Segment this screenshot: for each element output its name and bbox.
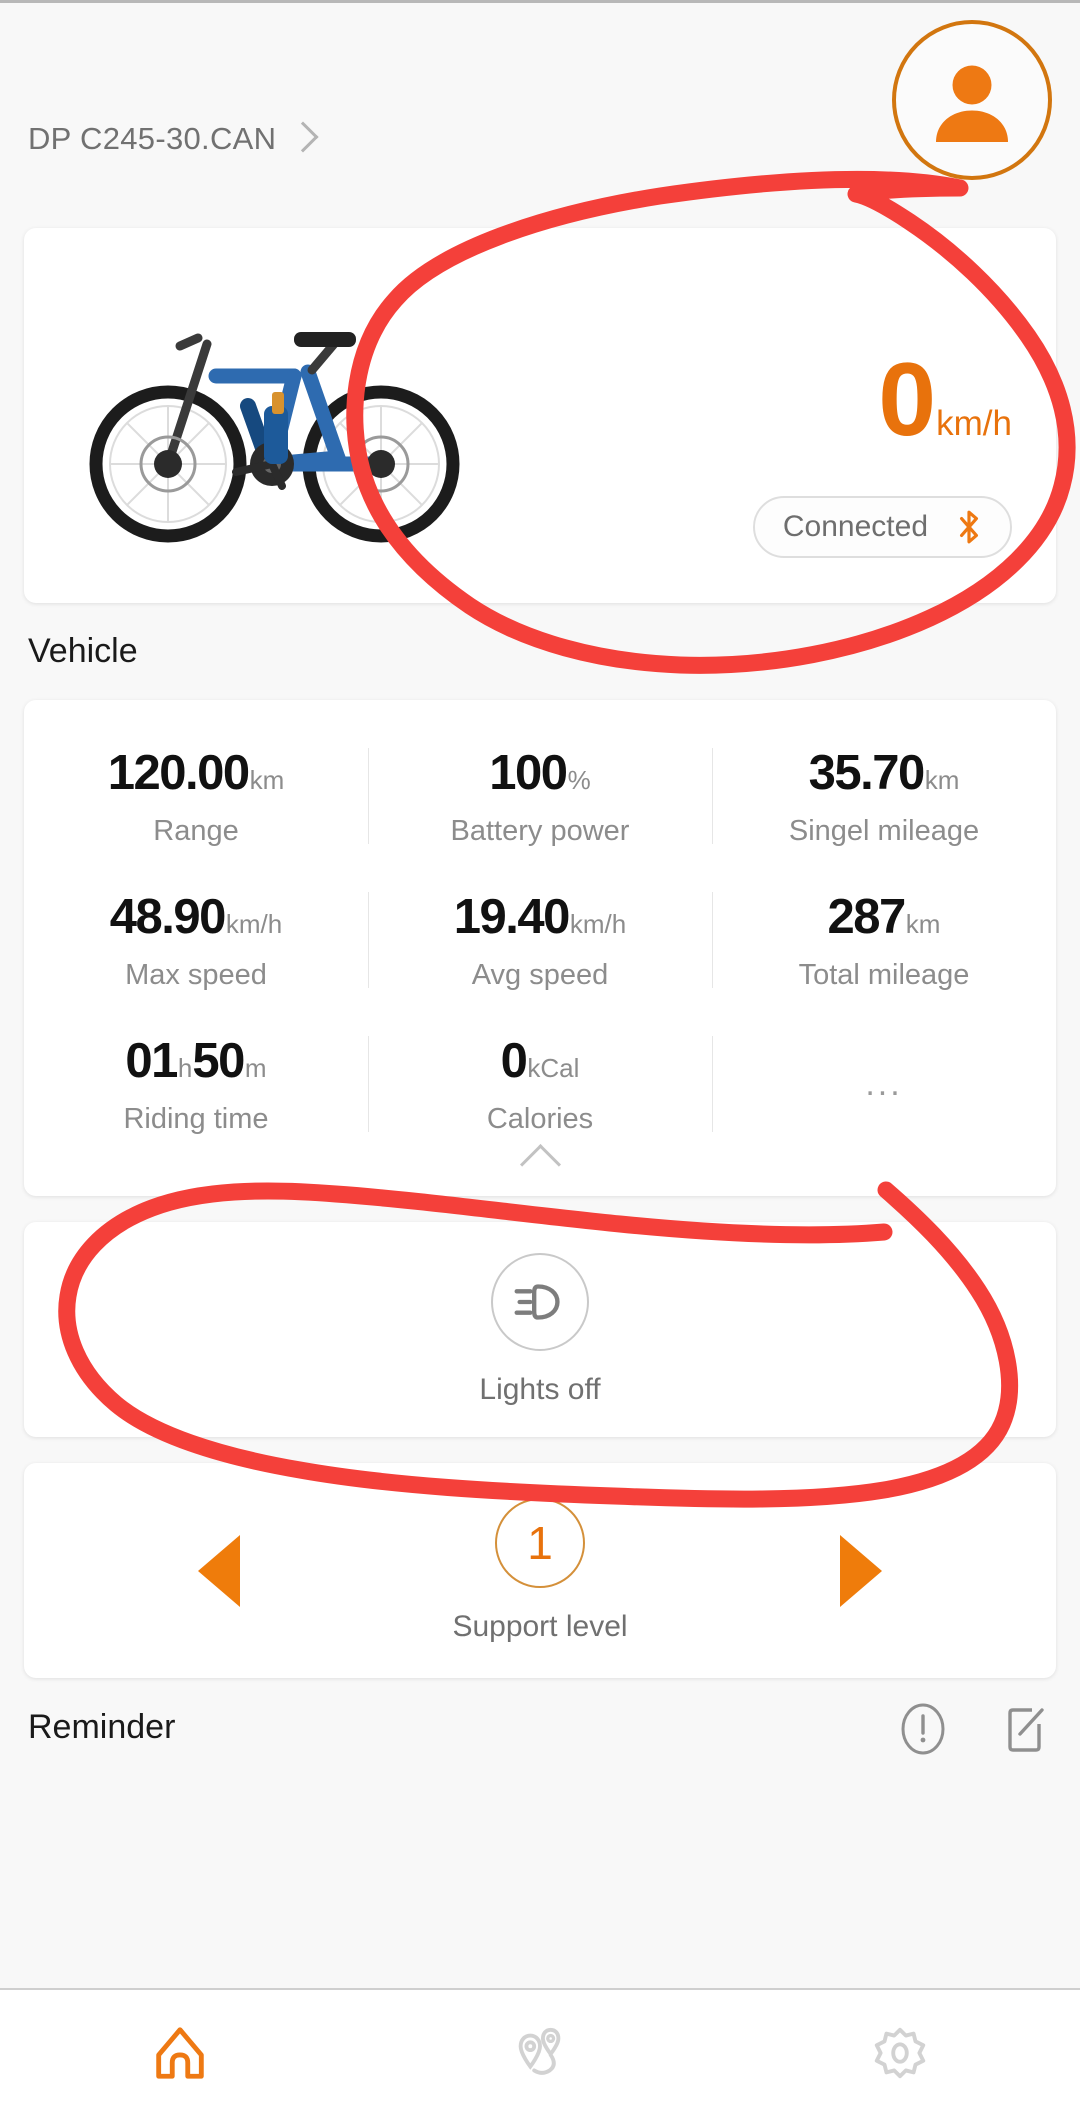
- nav-item-settings[interactable]: [720, 2022, 1080, 2084]
- stat-total-mileage: 287 km Total mileage: [712, 868, 1056, 1012]
- edit-note-icon[interactable]: [998, 1702, 1052, 1756]
- stat-avg-speed: 19.40 km/h Avg speed: [368, 868, 712, 1012]
- stat-label: Max speed: [125, 958, 267, 991]
- bottom-navigation: [0, 1988, 1080, 2116]
- stat-unit: kCal: [527, 1052, 580, 1083]
- support-level-card: 1 Support level: [24, 1463, 1056, 1678]
- stat-unit: km: [249, 764, 285, 795]
- speed-readout: 0km/h: [878, 348, 1012, 452]
- stat-value: 48.90: [109, 889, 227, 944]
- connection-status-badge[interactable]: Connected: [752, 496, 1012, 558]
- stat-battery-power: 100 % Battery power: [368, 724, 712, 868]
- support-level-indicator: 1: [494, 1497, 585, 1588]
- support-level-increase-button[interactable]: [826, 1533, 896, 1609]
- stat-ellipsis: ...: [865, 1064, 903, 1103]
- chevron-right-icon: [290, 120, 316, 158]
- section-label-reminder: Reminder: [28, 1708, 176, 1746]
- reminder-actions: [896, 1702, 1052, 1756]
- vehicle-stats-card: 120.00 km Range 100 % Battery power 35.7…: [24, 700, 1056, 1196]
- avatar[interactable]: [892, 20, 1052, 180]
- support-level-label: Support level: [452, 1609, 628, 1643]
- vehicle-hero-card[interactable]: 0km/h Connected: [24, 228, 1056, 603]
- stat-value-minutes: 50: [192, 1033, 245, 1088]
- home-icon: [156, 2027, 204, 2079]
- device-selector[interactable]: DP C245-30.CAN: [28, 120, 316, 158]
- stat-value: 100: [489, 745, 568, 800]
- nav-item-route[interactable]: [360, 2022, 720, 2084]
- stats-grid: 120.00 km Range 100 % Battery power 35.7…: [24, 724, 1056, 1156]
- lights-toggle-button[interactable]: [491, 1252, 589, 1351]
- stat-range: 120.00 km Range: [24, 724, 368, 868]
- stat-more-placeholder[interactable]: ...: [712, 1012, 1056, 1156]
- stat-value-hours: 01: [125, 1033, 178, 1088]
- bicycle-image: [89, 332, 460, 543]
- device-name-label: DP C245-30.CAN: [28, 121, 277, 156]
- app-header: DP C245-30.CAN: [0, 0, 1080, 225]
- stats-row: 48.90 km/h Max speed 19.40 km/h Avg spee…: [24, 868, 1056, 1012]
- stats-row: 01 h 50 m Riding time 0 kCal Calories ..…: [24, 1012, 1056, 1156]
- headlight-icon: [514, 1283, 560, 1320]
- stat-label: Avg speed: [471, 958, 609, 991]
- app-root: DP C245-30.CAN 0km/h Connected Vehicle 1…: [0, 0, 1080, 2116]
- alert-circle-icon[interactable]: [896, 1702, 950, 1756]
- section-label-vehicle: Vehicle: [28, 632, 138, 670]
- stat-label: Total mileage: [798, 958, 970, 991]
- speed-unit: km/h: [936, 404, 1012, 443]
- stat-unit: km/h: [569, 908, 627, 939]
- bluetooth-icon: [959, 510, 978, 544]
- chevron-up-icon[interactable]: [512, 1142, 568, 1172]
- stat-value: 287: [827, 889, 907, 944]
- stat-unit: %: [567, 764, 591, 795]
- stat-riding-time: 01 h 50 m Riding time: [24, 1012, 368, 1156]
- triangle-right-icon: [840, 1535, 882, 1607]
- stat-unit-minutes: m: [244, 1052, 267, 1083]
- stat-label: Riding time: [123, 1102, 269, 1135]
- stats-row: 120.00 km Range 100 % Battery power 35.7…: [24, 724, 1056, 868]
- stat-value: 19.40: [453, 889, 571, 944]
- stat-value: 120.00: [107, 745, 250, 800]
- support-level-value: 1: [527, 1516, 553, 1569]
- stat-unit-hours: h: [177, 1052, 193, 1083]
- stat-label: Battery power: [450, 814, 630, 847]
- stat-calories: 0 kCal Calories: [368, 1012, 712, 1156]
- stat-label: Singel mileage: [788, 814, 980, 847]
- stat-label: Range: [153, 814, 239, 847]
- nav-item-home[interactable]: [0, 2022, 360, 2084]
- stat-single-mileage: 35.70 km Singel mileage: [712, 724, 1056, 868]
- stat-label: Calories: [486, 1102, 594, 1135]
- lights-status-label: Lights off: [479, 1372, 601, 1406]
- stat-value: 35.70: [808, 745, 926, 800]
- stat-unit: km: [905, 908, 941, 939]
- speed-value: 0: [878, 342, 936, 458]
- stat-max-speed: 48.90 km/h Max speed: [24, 868, 368, 1012]
- lights-card[interactable]: Lights off: [24, 1222, 1056, 1437]
- stat-value: 0: [500, 1033, 528, 1088]
- stat-unit: km: [924, 764, 960, 795]
- route-pin-icon: [518, 2027, 561, 2075]
- user-avatar-icon: [936, 65, 1008, 142]
- gear-icon: [874, 2027, 926, 2079]
- stat-unit: km/h: [225, 908, 283, 939]
- connection-status-label: Connected: [782, 510, 928, 543]
